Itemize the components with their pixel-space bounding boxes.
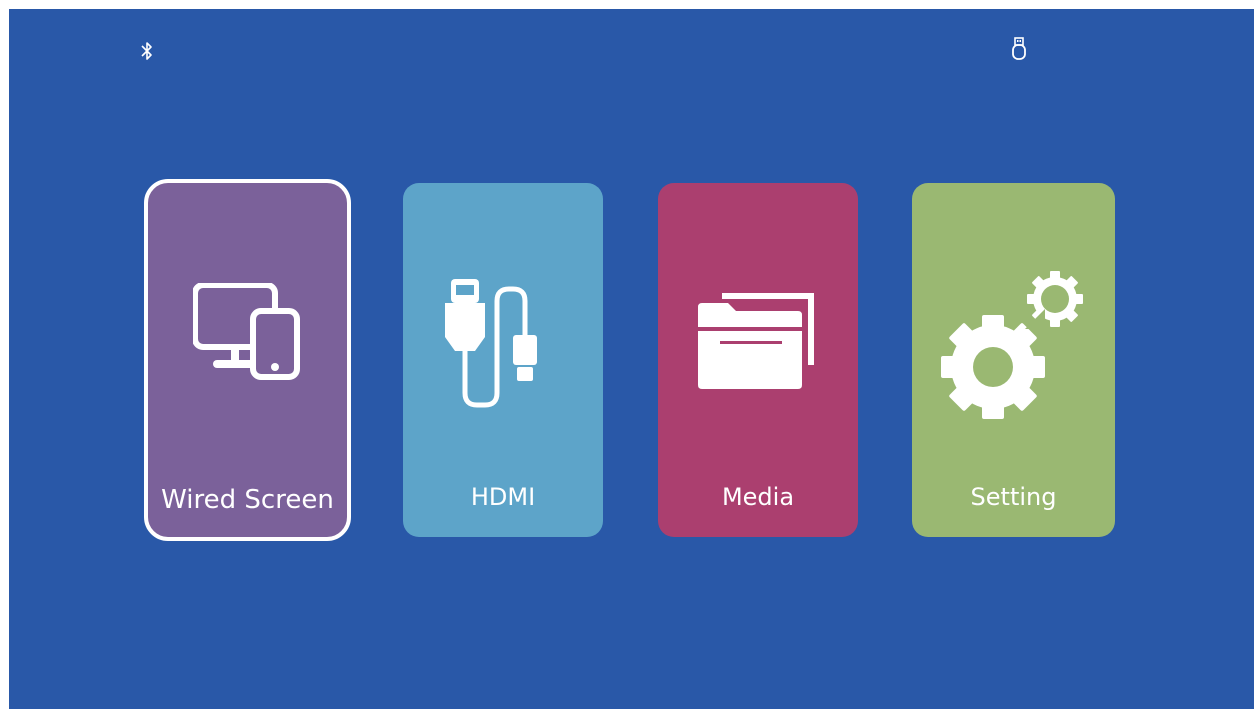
tile-label: Wired Screen: [161, 485, 334, 515]
tile-media[interactable]: Media: [658, 183, 858, 537]
home-screen: Wired Screen HDMI Media Setting: [9, 9, 1254, 709]
tile-label: HDMI: [470, 483, 536, 511]
devices-icon: [148, 283, 347, 393]
tile-wired-screen[interactable]: Wired Screen: [144, 179, 351, 541]
usb-drive-icon: [1007, 35, 1031, 63]
tile-hdmi[interactable]: HDMI: [403, 183, 603, 537]
tile-label: Media: [721, 483, 795, 511]
tile-label: Setting: [970, 483, 1057, 511]
tile-setting[interactable]: Setting: [912, 183, 1115, 537]
gears-icon: [912, 259, 1115, 424]
hdmi-cable-icon: [403, 275, 603, 409]
bluetooth-icon: [135, 37, 159, 65]
folder-icon: [658, 289, 858, 389]
